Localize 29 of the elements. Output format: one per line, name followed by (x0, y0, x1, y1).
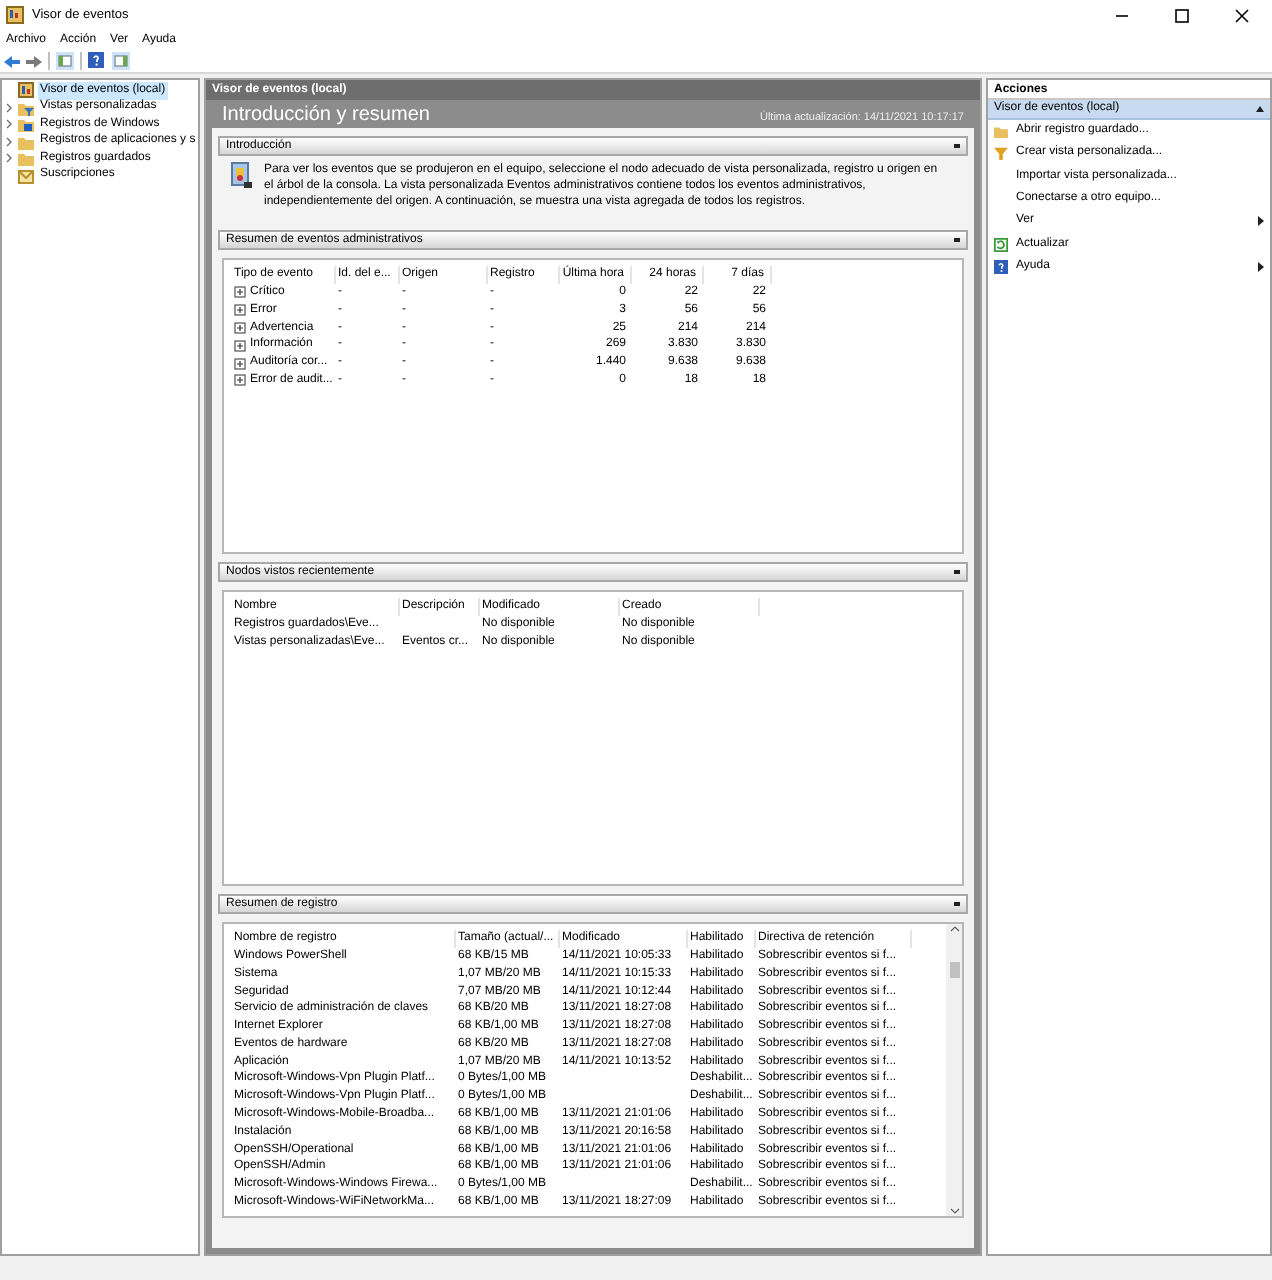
help-icon (994, 259, 1008, 274)
close-icon[interactable] (1234, 7, 1250, 23)
filter-icon (994, 146, 1008, 161)
expand-icon[interactable] (234, 304, 246, 317)
panel-icon[interactable] (112, 52, 130, 70)
folder-icon (994, 124, 1008, 139)
subscription-icon (18, 167, 34, 184)
log-document-icon (230, 162, 252, 188)
expand-icon[interactable] (234, 374, 246, 387)
scroll-thumb[interactable] (949, 962, 959, 978)
scrollbar[interactable] (946, 924, 962, 1216)
scroll-down-icon[interactable] (949, 1208, 959, 1214)
expand-icon[interactable] (234, 357, 246, 370)
expand-icon[interactable] (234, 339, 246, 352)
collapse-icon[interactable] (1256, 106, 1264, 112)
viewer-icon (18, 82, 34, 99)
maximize-icon[interactable] (1174, 7, 1190, 23)
refresh-icon (994, 237, 1008, 252)
submenu-arrow-icon (1258, 216, 1264, 227)
page-title: Introducción y resumen (222, 102, 430, 128)
panel-icon[interactable] (56, 52, 74, 70)
back-icon[interactable] (4, 53, 20, 69)
expand-icon[interactable] (234, 322, 246, 334)
help-icon[interactable] (88, 52, 106, 70)
submenu-arrow-icon (1258, 261, 1264, 272)
forward-icon[interactable] (26, 53, 42, 69)
scroll-up-icon[interactable] (949, 926, 959, 932)
expand-icon[interactable] (234, 286, 246, 299)
app-icon (6, 6, 24, 24)
